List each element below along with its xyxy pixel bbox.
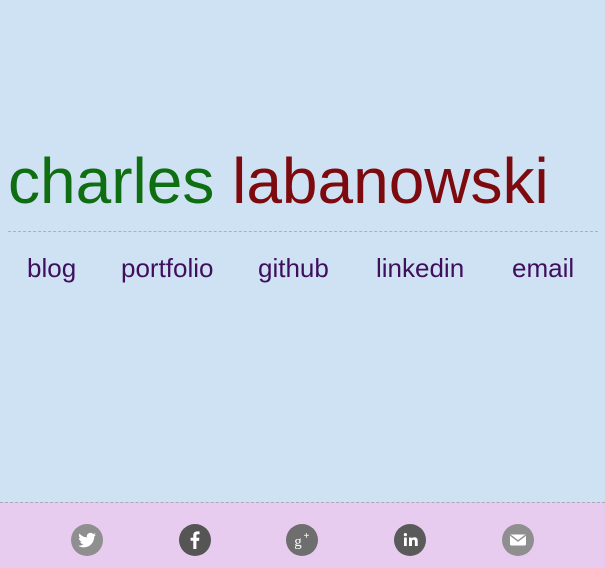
- svg-text:g: g: [294, 534, 302, 550]
- nav-link-email[interactable]: email: [512, 252, 574, 284]
- nav-link-blog[interactable]: blog: [27, 252, 76, 284]
- nav-link-github[interactable]: github: [258, 252, 329, 284]
- facebook-icon[interactable]: [179, 524, 211, 556]
- header-divider: [8, 231, 598, 232]
- nav-link-portfolio[interactable]: portfolio: [121, 252, 214, 284]
- google-plus-icon[interactable]: g +: [286, 524, 318, 556]
- footer: g +: [0, 502, 605, 568]
- twitter-icon[interactable]: [71, 524, 103, 556]
- site-title-last-name: labanowski: [232, 145, 549, 217]
- site-title: charles labanowski: [8, 142, 600, 220]
- main-nav: blog portfolio github linkedin email: [0, 252, 605, 284]
- page: charles labanowski blog portfolio github…: [0, 0, 605, 568]
- site-title-first-name: charles: [8, 145, 215, 217]
- nav-link-linkedin[interactable]: linkedin: [376, 252, 464, 284]
- linkedin-icon[interactable]: [394, 524, 426, 556]
- email-icon[interactable]: [502, 524, 534, 556]
- svg-text:+: +: [304, 531, 310, 542]
